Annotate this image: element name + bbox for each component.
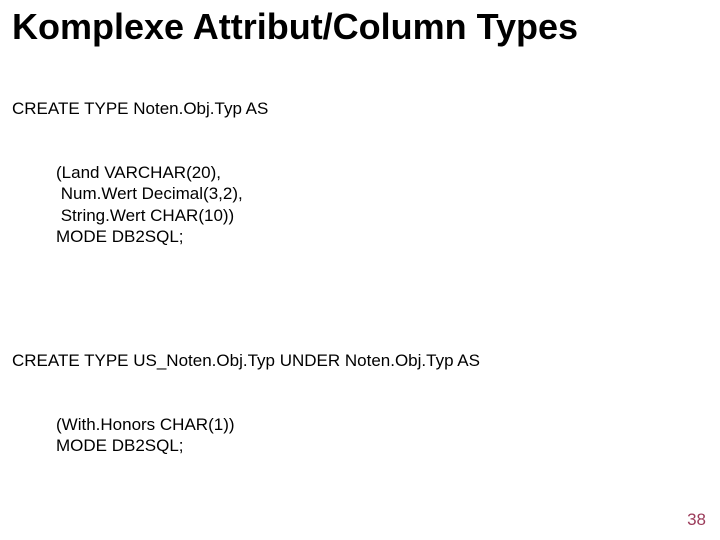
- page-number: 38: [687, 510, 706, 530]
- code-indent: (Land VARCHAR(20), Num.Wert Decimal(3,2)…: [12, 162, 708, 247]
- code-line: MODE DB2SQL;: [56, 226, 708, 247]
- code-line: Num.Wert Decimal(3,2),: [56, 183, 708, 204]
- code-block-3: CREATE TYPE D_Noten.Obj.Typ UNDER Noten.…: [12, 517, 708, 540]
- slide-title: Komplexe Attribut/Column Types: [12, 8, 708, 46]
- code-block-1: CREATE TYPE Noten.Obj.Typ AS (Land VARCH…: [12, 56, 708, 290]
- code-line: (With.Honors CHAR(1)): [56, 414, 708, 435]
- code-block-2: CREATE TYPE US_Noten.Obj.Typ UNDER Noten…: [12, 308, 708, 499]
- code-indent: (With.Honors CHAR(1))MODE DB2SQL;: [12, 414, 708, 457]
- code-line: (Land VARCHAR(20),: [56, 162, 708, 183]
- code-line: CREATE TYPE Noten.Obj.Typ AS: [12, 98, 708, 119]
- code-line: String.Wert CHAR(10)): [56, 205, 708, 226]
- code-line: MODE DB2SQL;: [56, 435, 708, 456]
- code-line: CREATE TYPE US_Noten.Obj.Typ UNDER Noten…: [12, 350, 708, 371]
- slide: Komplexe Attribut/Column Types CREATE TY…: [0, 0, 720, 540]
